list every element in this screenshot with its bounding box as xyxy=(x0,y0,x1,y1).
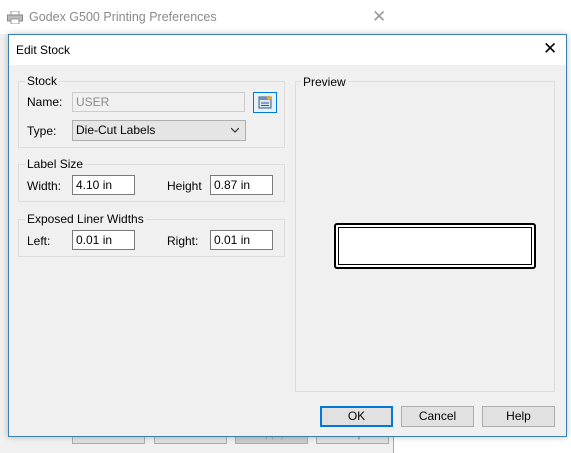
liner-widths-group: Exposed Liner Widths Left: 0.01 in Right… xyxy=(18,212,285,257)
left-label: Left: xyxy=(27,234,51,248)
type-label: Type: xyxy=(27,124,57,138)
height-label: Height xyxy=(167,179,202,193)
right-label: Right: xyxy=(167,234,199,248)
width-label: Width: xyxy=(27,179,62,193)
edit-stock-dialog: Edit Stock ✕ Stock Name: USER Type: Die-… xyxy=(8,34,567,437)
dialog-title: Edit Stock xyxy=(16,43,71,57)
type-dropdown[interactable]: Die-Cut Labels xyxy=(72,120,246,141)
label-preview-shape xyxy=(334,223,536,269)
preview-panel: Preview xyxy=(295,75,555,392)
help-button[interactable]: Help xyxy=(482,406,555,427)
liner-widths-group-label: Exposed Liner Widths xyxy=(25,212,146,226)
background-window-title: Godex G500 Printing Preferences xyxy=(29,10,217,24)
preview-label: Preview xyxy=(301,75,348,89)
label-size-group-label: Label Size xyxy=(25,157,86,171)
close-icon[interactable]: ✕ xyxy=(543,40,557,58)
left-input[interactable]: 0.01 in xyxy=(72,230,135,250)
background-title-bar: Godex G500 Printing Preferences ✕ xyxy=(0,0,394,34)
label-size-group: Label Size Width: 4.10 in Height 0.87 in xyxy=(18,157,285,202)
height-input[interactable]: 0.87 in xyxy=(210,175,273,195)
width-input[interactable]: 4.10 in xyxy=(72,175,135,195)
right-input[interactable]: 0.01 in xyxy=(210,230,273,250)
ok-button[interactable]: OK xyxy=(320,406,393,427)
name-label: Name: xyxy=(27,95,63,109)
stock-group-label: Stock xyxy=(25,74,60,88)
cancel-button[interactable]: Cancel xyxy=(401,406,474,427)
name-input[interactable]: USER xyxy=(72,92,245,112)
type-dropdown-value: Die-Cut Labels xyxy=(76,123,156,137)
chevron-down-icon xyxy=(231,127,239,133)
save-stock-button[interactable] xyxy=(253,92,277,113)
background-close-icon[interactable]: ✕ xyxy=(372,8,386,25)
dialog-title-bar: Edit Stock ✕ xyxy=(9,35,566,65)
printer-icon xyxy=(7,11,23,24)
stock-group: Stock Name: USER Type: Die-Cut Labels xyxy=(18,74,285,148)
stock-list-icon xyxy=(258,95,272,109)
